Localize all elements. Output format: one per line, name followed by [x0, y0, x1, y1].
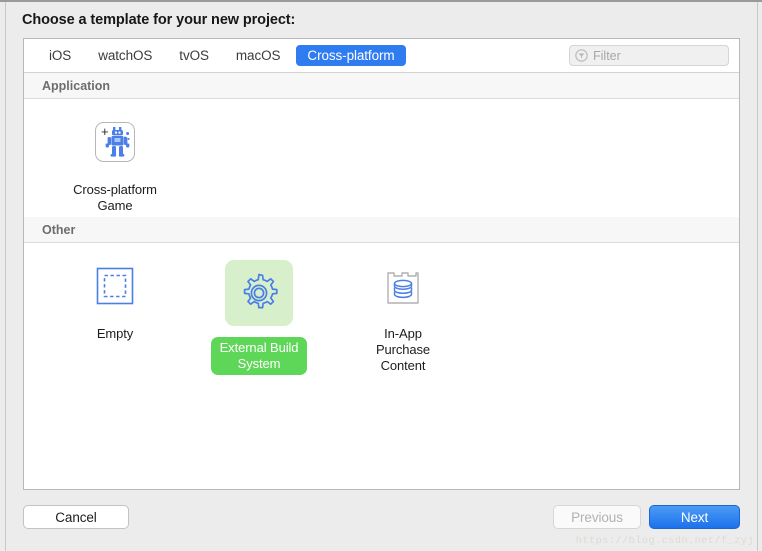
- tab-tvos[interactable]: tvOS: [168, 45, 220, 66]
- previous-button[interactable]: Previous: [553, 505, 641, 529]
- section-body-application: + Cross-platform Game: [24, 99, 739, 217]
- watermark: https://blog.csdn.net/f_zyj: [575, 535, 754, 547]
- template-panel: iOS watchOS tvOS macOS Cross-platform Fi…: [23, 38, 740, 490]
- template-label-external-build-system: External Build System: [210, 337, 308, 375]
- game-robot-icon: +: [95, 122, 135, 162]
- svg-text:+: +: [101, 124, 109, 139]
- tab-ios[interactable]: iOS: [38, 45, 82, 66]
- template-label-in-app-purchase-content: In-App Purchase Content: [375, 326, 431, 373]
- empty-dashed-square-icon: [96, 267, 134, 305]
- template-label-cross-platform-game: Cross-platform Game: [73, 182, 157, 213]
- section-body-other: Empty External Build System In-App Purch…: [24, 243, 739, 473]
- filter-placeholder: Filter: [593, 48, 621, 63]
- section-header-application: Application: [24, 73, 739, 99]
- section-header-other: Other: [24, 217, 739, 243]
- game-robot-icon-wrapper: +: [89, 116, 141, 168]
- coin-stack-box-icon: [387, 272, 419, 304]
- template-item-external-build-system[interactable]: External Build System: [204, 260, 314, 377]
- cancel-button[interactable]: Cancel: [23, 505, 129, 529]
- platform-tab-bar: iOS watchOS tvOS macOS Cross-platform Fi…: [24, 39, 739, 73]
- next-button[interactable]: Next: [649, 505, 740, 529]
- tab-watchos[interactable]: watchOS: [87, 45, 163, 66]
- gear-icon: [243, 273, 278, 309]
- template-grid-other: Empty External Build System In-App Purch…: [24, 243, 739, 377]
- filter-icon: [575, 49, 588, 62]
- dialog-title: Choose a template for your new project:: [22, 12, 296, 28]
- template-chooser-dialog: Choose a template for your new project: …: [0, 0, 762, 551]
- empty-dashed-square-icon-wrapper: [89, 260, 141, 312]
- tab-macos[interactable]: macOS: [225, 45, 292, 66]
- template-item-in-app-purchase-content[interactable]: In-App Purchase Content: [348, 260, 458, 377]
- template-label-empty: Empty: [96, 326, 134, 341]
- template-grid-application: + Cross-platform Game: [24, 99, 739, 217]
- tab-cross-platform[interactable]: Cross-platform: [296, 45, 406, 66]
- template-item-cross-platform-game[interactable]: + Cross-platform Game: [60, 116, 170, 217]
- template-item-empty[interactable]: Empty: [60, 260, 170, 377]
- gear-icon-wrapper: [225, 260, 293, 326]
- filter-input[interactable]: Filter: [569, 45, 729, 66]
- coin-stack-box-icon-wrapper: [377, 260, 429, 312]
